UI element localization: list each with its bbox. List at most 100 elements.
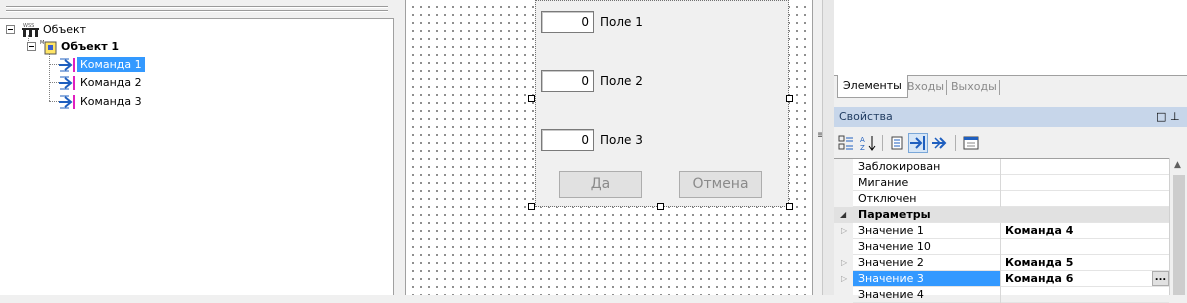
- elements-list-area[interactable]: [834, 0, 1187, 76]
- tree-connector: [49, 52, 50, 101]
- tree-item-command-3[interactable]: Команда 3: [59, 93, 145, 110]
- tree-connector: [49, 64, 59, 65]
- ok-button[interactable]: Да: [559, 171, 642, 198]
- command-icon: [59, 75, 75, 90]
- resize-handle[interactable]: [528, 203, 535, 210]
- vertical-splitter[interactable]: ≡: [812, 0, 834, 295]
- property-name: Значение 3: [853, 271, 1000, 286]
- canvas-scrollbar[interactable]: [822, 0, 834, 295]
- property-value[interactable]: Команда 4: [1000, 223, 1169, 239]
- canvas-left-border: [394, 0, 406, 295]
- collapse-triangle-icon[interactable]: ◢: [840, 210, 846, 219]
- tree-item-command-1[interactable]: Команда 1: [59, 56, 145, 73]
- object-tree-panel: WSS Объект M Объект 1 Команда 1 Команда …: [0, 0, 394, 295]
- property-value[interactable]: [1000, 191, 1169, 207]
- property-value[interactable]: Команда 6 ...: [1000, 271, 1169, 287]
- property-row[interactable]: ▷ Значение 1 Команда 4: [834, 223, 1169, 239]
- browse-button[interactable]: ...: [1152, 271, 1169, 286]
- tree-item-object[interactable]: M Объект 1: [40, 38, 122, 55]
- property-pages-icon: [891, 136, 903, 150]
- tree-item-command-2[interactable]: Команда 2: [59, 74, 145, 91]
- tab-outputs[interactable]: Выходы: [946, 76, 1002, 98]
- scroll-up-icon[interactable]: ▲: [1174, 160, 1181, 170]
- tree-collapse-toggle[interactable]: [6, 25, 15, 34]
- properties-title: Свойства: [839, 110, 893, 123]
- expand-triangle-icon[interactable]: ▷: [841, 274, 847, 283]
- property-row[interactable]: Значение 4: [834, 287, 1169, 303]
- field-1-label: Поле 1: [600, 15, 643, 29]
- tab-separator: [999, 80, 1000, 95]
- field-3-label: Поле 3: [600, 133, 643, 147]
- property-row[interactable]: Значение 10: [834, 239, 1169, 255]
- row-gutter: [834, 239, 853, 255]
- properties-toolbar: A Z: [834, 130, 1187, 156]
- toolbar-separator: [955, 135, 956, 151]
- categorized-view-button[interactable]: [836, 133, 856, 153]
- tree-item-label: Команда 2: [80, 76, 142, 89]
- inputs-filter-button[interactable]: [908, 133, 928, 153]
- property-category-row[interactable]: ◢ Параметры: [834, 207, 1169, 223]
- properties-list-button[interactable]: [887, 133, 907, 153]
- field-3-input[interactable]: 0: [541, 129, 594, 151]
- tree-item-label: Команда 1: [77, 57, 145, 72]
- row-gutter: [834, 287, 853, 303]
- row-gutter: ▷: [834, 223, 853, 239]
- field-2-input[interactable]: 0: [541, 70, 594, 92]
- property-name: Мигание: [858, 176, 909, 189]
- scrollbar-thumb[interactable]: [1173, 175, 1185, 295]
- expand-triangle-icon[interactable]: ▷: [841, 226, 847, 235]
- tree-collapse-toggle[interactable]: [27, 42, 36, 51]
- resize-handle[interactable]: [657, 203, 664, 210]
- row-gutter: [834, 159, 853, 175]
- outputs-filter-button[interactable]: [930, 133, 950, 153]
- window-float-icon[interactable]: □: [1156, 107, 1166, 127]
- right-panel: Элементы Входы Выходы Свойства □ ⊥ A Z З…: [834, 0, 1187, 303]
- property-value[interactable]: [1000, 159, 1169, 175]
- property-row[interactable]: Мигание: [834, 175, 1169, 191]
- property-category-name: Параметры: [858, 208, 931, 221]
- property-value[interactable]: Команда 5: [1000, 255, 1169, 271]
- property-value[interactable]: [1000, 287, 1169, 303]
- tree-header-grip: [6, 6, 388, 8]
- object-root-icon: WSS: [22, 23, 39, 37]
- panel-tabs: Элементы Входы Выходы: [834, 75, 1187, 100]
- property-name: Значение 10: [858, 240, 931, 253]
- tab-elements[interactable]: Элементы: [837, 75, 908, 98]
- resize-handle[interactable]: [528, 95, 535, 102]
- row-gutter: [834, 191, 853, 207]
- expand-triangle-icon[interactable]: ▷: [841, 258, 847, 267]
- window-icon: [963, 136, 979, 150]
- resize-handle[interactable]: [786, 203, 793, 210]
- tree-header-grip: [6, 10, 388, 12]
- command-icon: [59, 94, 75, 109]
- design-canvas[interactable]: 0 Поле 1 0 Поле 2 0 Поле 3 Да Отмена: [406, 0, 812, 295]
- property-value[interactable]: [1000, 239, 1169, 255]
- property-grid-scrollbar[interactable]: ▲: [1169, 158, 1187, 295]
- field-1-input[interactable]: 0: [541, 11, 594, 33]
- pin-icon[interactable]: ⊥: [1170, 107, 1180, 127]
- toolbar-separator: [882, 135, 883, 151]
- resize-handle[interactable]: [786, 95, 793, 102]
- tree-panel-header[interactable]: [0, 0, 394, 19]
- tree-item-root[interactable]: WSS Объект: [22, 21, 89, 38]
- property-row[interactable]: Отключен: [834, 191, 1169, 207]
- property-row[interactable]: Заблокирован: [834, 159, 1169, 175]
- tab-inputs[interactable]: Входы: [902, 76, 949, 98]
- cancel-button[interactable]: Отмена: [679, 171, 762, 198]
- property-name: Заблокирован: [858, 160, 941, 173]
- property-name: Отключен: [858, 192, 917, 205]
- tree-connector: [49, 101, 59, 102]
- properties-panel-header: Свойства □ ⊥: [834, 107, 1187, 127]
- property-name: Значение 2: [858, 256, 924, 269]
- row-gutter: [834, 175, 853, 191]
- property-value[interactable]: [1000, 175, 1169, 191]
- property-row[interactable]: ▷ Значение 2 Команда 5: [834, 255, 1169, 271]
- property-row-selected[interactable]: ▷ Значение 3 Команда 6 ...: [834, 271, 1169, 287]
- alphabetical-sort-button[interactable]: A Z: [858, 133, 878, 153]
- designed-form[interactable]: 0 Поле 1 0 Поле 2 0 Поле 3 Да Отмена: [535, 0, 789, 207]
- property-pages-button[interactable]: [961, 133, 981, 153]
- property-name: Значение 1: [858, 224, 924, 237]
- field-2-label: Поле 2: [600, 74, 643, 88]
- tree-item-label: Объект: [43, 23, 87, 36]
- property-value-text: Команда 6: [1005, 272, 1074, 285]
